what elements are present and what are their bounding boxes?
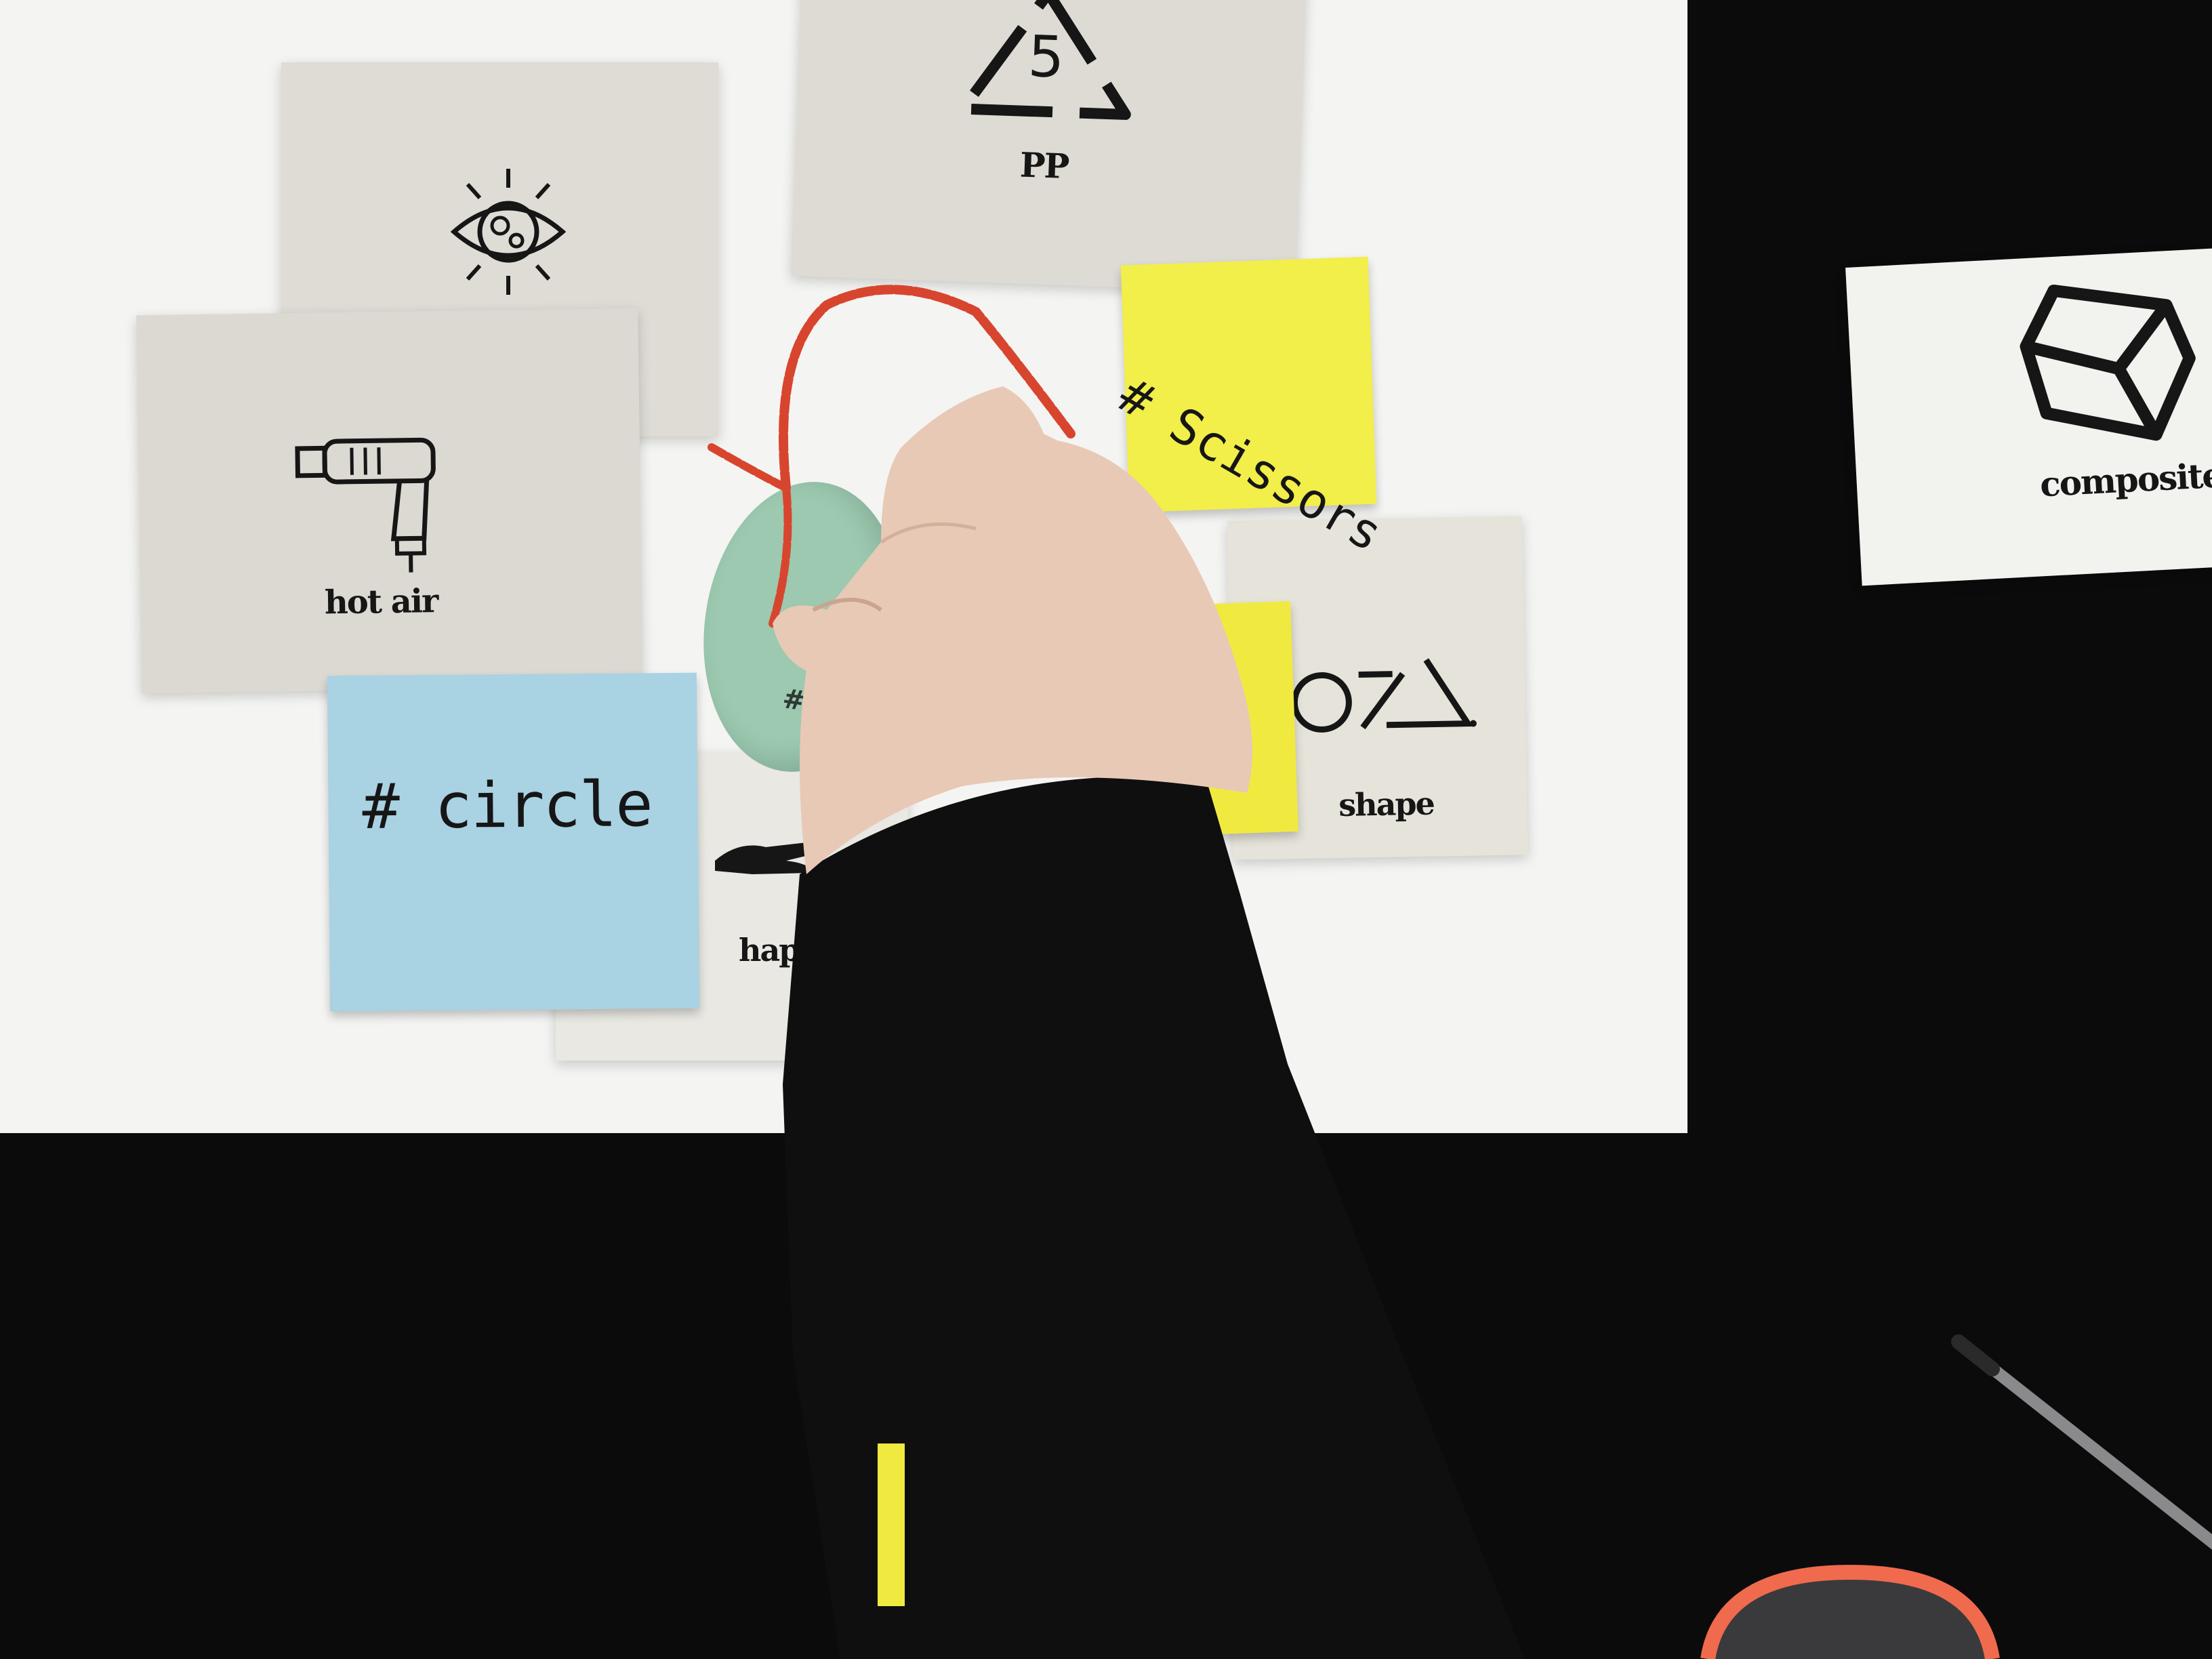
yellow-strip	[878, 1443, 905, 1606]
scissors-handle	[1700, 1564, 2000, 1659]
arm-sleeve	[773, 386, 1525, 1659]
pen	[1951, 1334, 2212, 1550]
workshop-photo: 5 PP hot air hap # circle shape # Scisso…	[0, 0, 2212, 1659]
